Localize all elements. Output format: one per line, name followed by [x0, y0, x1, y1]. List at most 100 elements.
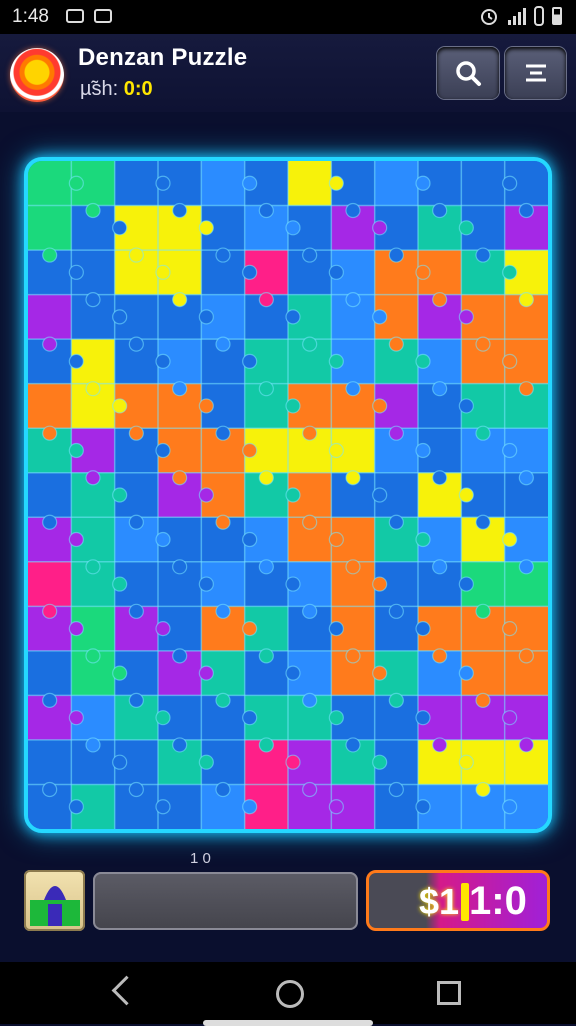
- piece-knob: [155, 710, 171, 726]
- piece-knob: [68, 442, 84, 459]
- menu-button[interactable]: [505, 47, 566, 99]
- piece-knob: [285, 576, 301, 592]
- piece-knob: [42, 603, 58, 619]
- status-bar: 1:48: [0, 0, 576, 34]
- piece-knob: [458, 576, 474, 592]
- puzzle-piece[interactable]: [28, 561, 72, 607]
- piece-knob: [432, 648, 448, 664]
- piece-knob: [128, 336, 144, 352]
- piece-knob: [345, 292, 361, 308]
- piece-knob: [415, 799, 431, 815]
- puzzle-piece[interactable]: [28, 472, 72, 518]
- piece-knob: [68, 621, 84, 637]
- puzzle-piece[interactable]: [28, 739, 72, 785]
- piece-knob: [328, 531, 344, 548]
- score-line: µ̃sh: 0:0: [80, 78, 153, 101]
- piece-knob: [155, 799, 171, 815]
- piece-knob: [502, 799, 518, 815]
- piece-knob: [128, 692, 144, 709]
- move-count: 1 0: [190, 850, 211, 867]
- piece-knob: [112, 487, 128, 503]
- piece-knob: [242, 442, 258, 459]
- piece-knob: [285, 665, 301, 681]
- piece-knob: [68, 531, 84, 548]
- piece-knob: [242, 710, 258, 726]
- piece-knob: [172, 381, 188, 397]
- puzzle-piece[interactable]: [374, 161, 419, 207]
- back-icon[interactable]: [111, 975, 142, 1006]
- piece-knob: [242, 531, 258, 548]
- piece-knob: [155, 531, 171, 548]
- piece-knob: [475, 603, 491, 619]
- piece-knob: [458, 220, 474, 236]
- piece-knob: [518, 381, 534, 397]
- piece-knob: [302, 425, 318, 441]
- piece-knob: [155, 353, 171, 369]
- search-icon: [456, 61, 481, 86]
- piece-knob: [285, 398, 301, 414]
- piece-knob: [518, 737, 534, 753]
- piece-knob: [68, 799, 84, 815]
- piece-knob: [502, 710, 518, 726]
- piece-knob: [42, 514, 58, 530]
- piece-knob: [458, 398, 474, 414]
- piece-knob: [518, 292, 534, 308]
- recent-apps-icon[interactable]: [437, 981, 461, 1005]
- piece-knob: [85, 559, 101, 575]
- piece-knob: [388, 514, 404, 530]
- piece-knob: [198, 309, 214, 325]
- puzzle-board-grid[interactable]: [28, 161, 548, 829]
- puzzle-piece[interactable]: [28, 650, 72, 696]
- home-icon[interactable]: [276, 980, 304, 1008]
- piece-knob: [388, 603, 404, 619]
- piece-knob: [458, 665, 474, 681]
- piece-preview-button[interactable]: [24, 870, 85, 931]
- piece-knob: [198, 754, 214, 770]
- puzzle-piece[interactable]: [288, 161, 332, 207]
- piece-knob: [345, 202, 361, 219]
- puzzle-board[interactable]: [24, 157, 552, 833]
- piece-knob: [85, 202, 101, 219]
- puzzle-piece[interactable]: [201, 161, 246, 207]
- piece-knob: [155, 175, 171, 191]
- piece-knob: [155, 621, 171, 637]
- puzzle-piece[interactable]: [28, 205, 72, 251]
- piece-knob: [415, 175, 431, 191]
- piece-knob: [415, 442, 431, 459]
- gesture-handle[interactable]: [203, 1020, 373, 1026]
- piece-knob: [388, 692, 404, 709]
- piece-knob: [372, 487, 388, 503]
- piece-knob: [242, 621, 258, 637]
- puzzle-piece[interactable]: [461, 161, 506, 207]
- piece-knob: [215, 247, 231, 263]
- piece-knob: [128, 603, 144, 619]
- puzzle-piece[interactable]: [28, 161, 72, 207]
- puzzle-piece[interactable]: [28, 294, 72, 340]
- puzzle-piece[interactable]: [28, 383, 72, 429]
- piece-knob: [42, 692, 58, 709]
- piece-knob: [258, 202, 274, 219]
- menu-icon: [525, 64, 546, 82]
- puzzle-piece[interactable]: [114, 161, 159, 207]
- piece-knob: [242, 264, 258, 280]
- piece-knob: [502, 175, 518, 191]
- piece-knob: [372, 398, 388, 414]
- piece-knob: [128, 781, 144, 798]
- piece-knob: [42, 336, 58, 352]
- piece-knob: [432, 737, 448, 753]
- piece-knob: [112, 665, 128, 681]
- piece-knob: [258, 648, 274, 664]
- piece-knob: [502, 531, 518, 548]
- search-button[interactable]: [437, 47, 499, 99]
- piece-knob: [345, 470, 361, 486]
- battery-text: [534, 6, 544, 26]
- piece-knob: [85, 648, 101, 664]
- piece-knob: [112, 220, 128, 236]
- piece-knob: [215, 425, 231, 441]
- piece-knob: [172, 470, 188, 486]
- piece-knob: [112, 309, 128, 325]
- piece-knob: [328, 264, 344, 280]
- timer-icon-text: $1: [419, 881, 470, 922]
- piece-knob: [518, 470, 534, 486]
- piece-knob: [85, 737, 101, 753]
